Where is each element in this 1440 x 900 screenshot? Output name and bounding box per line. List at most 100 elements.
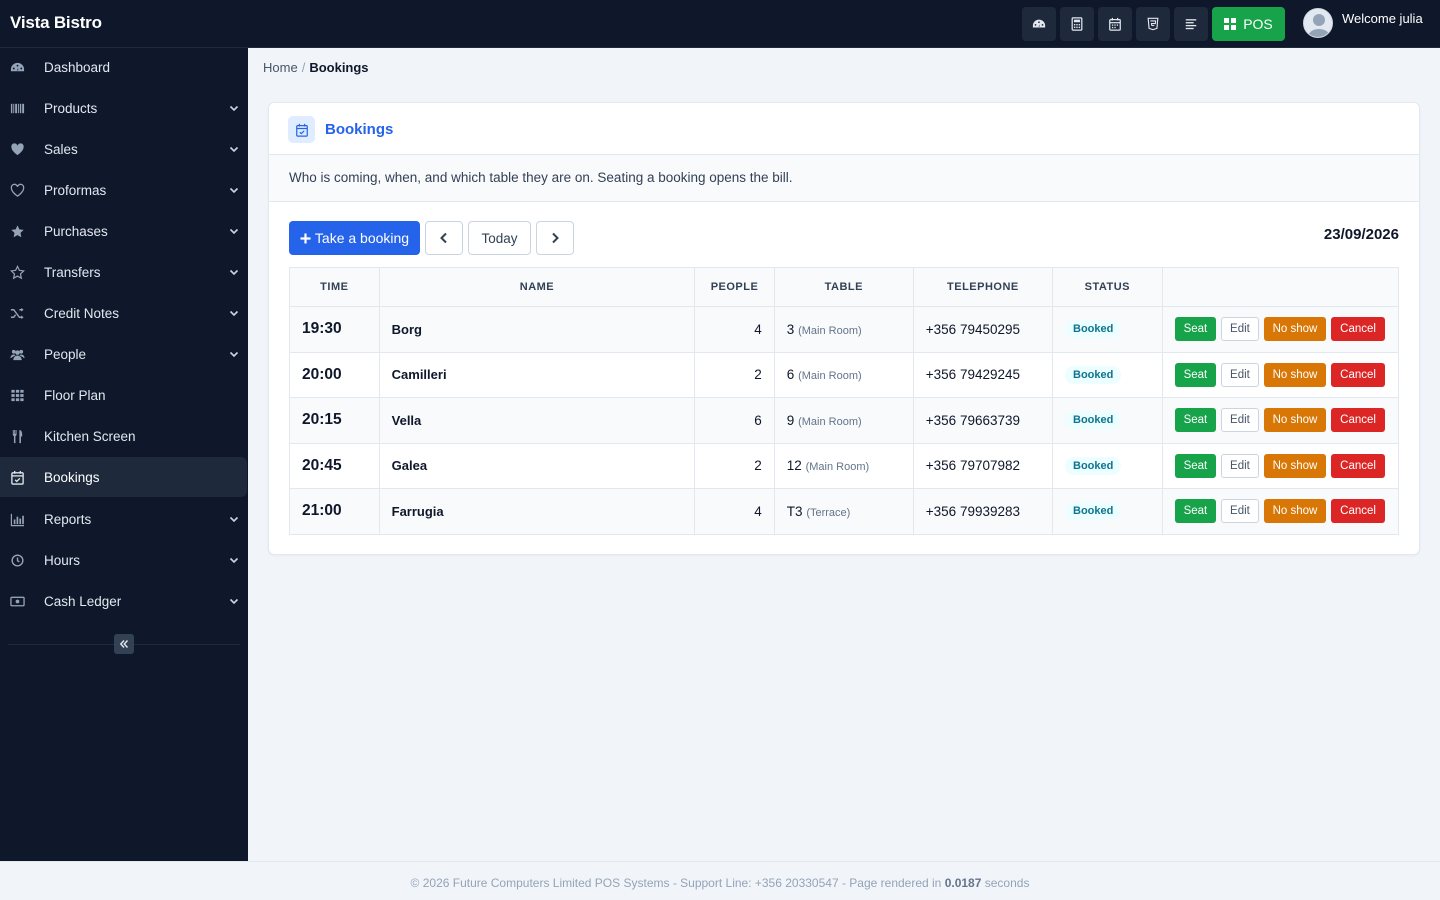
column-header-time[interactable]: TIME: [289, 267, 380, 307]
sidebar-item-reports[interactable]: Reports: [0, 499, 247, 539]
take-booking-button[interactable]: Take a booking: [289, 221, 420, 255]
booking-status-cell: Booked: [1052, 488, 1163, 535]
sidebar-item-label: Sales: [44, 141, 78, 157]
calendar-check-icon: [288, 116, 315, 143]
heart-icon: [9, 141, 25, 157]
sidebar-item-sales[interactable]: Sales: [0, 129, 247, 169]
pos-button[interactable]: POS: [1212, 7, 1285, 41]
seat-button[interactable]: Seat: [1174, 408, 1217, 433]
breadcrumb-current: Bookings: [309, 60, 369, 75]
sidebar-item-people[interactable]: People: [0, 334, 247, 374]
cancel-button[interactable]: Cancel: [1331, 408, 1385, 433]
footer-suffix: seconds: [984, 876, 1030, 890]
chevron-down-icon: [229, 310, 239, 317]
calendar-check-icon: [9, 469, 25, 485]
no-show-button[interactable]: No show: [1263, 453, 1327, 478]
edit-button[interactable]: Edit: [1221, 408, 1259, 433]
sidebar-item-purchases[interactable]: Purchases: [0, 211, 247, 251]
booking-name: Camilleri: [378, 351, 696, 398]
cancel-button[interactable]: Cancel: [1331, 499, 1385, 524]
css-button[interactable]: [1136, 7, 1170, 41]
double-chevron-left-icon: [119, 640, 129, 648]
no-show-button[interactable]: No show: [1263, 408, 1327, 433]
sidebar-item-transfers[interactable]: Transfers: [0, 252, 247, 292]
seat-button[interactable]: Seat: [1174, 362, 1217, 387]
column-header-table[interactable]: TABLE: [773, 267, 914, 307]
sidebar-item-dashboard[interactable]: Dashboard: [0, 47, 247, 87]
sidebar-item-kitchen-screen[interactable]: Kitchen Screen: [0, 416, 247, 456]
previous-day-button[interactable]: [425, 221, 463, 255]
today-button[interactable]: Today: [468, 221, 531, 255]
calculator-icon: [1071, 17, 1083, 31]
dashboard-button[interactable]: [1022, 7, 1056, 41]
seat-button[interactable]: Seat: [1174, 453, 1217, 478]
chevron-down-icon: [229, 351, 239, 358]
cancel-button[interactable]: Cancel: [1331, 453, 1385, 478]
column-header-people[interactable]: PEOPLE: [694, 267, 775, 307]
edit-button[interactable]: Edit: [1221, 317, 1259, 342]
booking-table-cell: 12 (Main Room): [773, 442, 914, 489]
edit-button[interactable]: Edit: [1221, 362, 1259, 387]
table-header-row: TIME NAME PEOPLE TABLE TELEPHONE STATUS: [289, 267, 1400, 307]
no-show-button[interactable]: No show: [1263, 499, 1327, 524]
welcome-text[interactable]: Welcome julia: [1342, 11, 1423, 26]
column-header-actions: [1161, 267, 1400, 307]
heart-outline-icon: [9, 182, 25, 198]
brand-name[interactable]: Vista Bistro: [10, 13, 102, 33]
bar-chart-icon: [9, 511, 25, 527]
chevron-down-icon: [229, 516, 239, 523]
sidebar-item-proformas[interactable]: Proformas: [0, 170, 247, 210]
align-left-icon: [1185, 19, 1197, 30]
booking-table: 3: [786, 321, 795, 337]
booking-actions: Seat Edit No show Cancel: [1161, 397, 1400, 444]
table-row: 21:00 Farrugia 4 T3 (Terrace) +356 79939…: [289, 488, 1400, 535]
align-left-button[interactable]: [1174, 7, 1208, 41]
sidebar-item-hours[interactable]: Hours: [0, 540, 247, 580]
booking-name: Farrugia: [378, 488, 696, 535]
edit-button[interactable]: Edit: [1221, 453, 1259, 478]
status-badge: Booked: [1065, 502, 1122, 521]
calendar-button[interactable]: [1098, 7, 1132, 41]
column-header-status[interactable]: STATUS: [1052, 267, 1163, 307]
card-header: Bookings: [269, 103, 1419, 155]
sidebar-item-cash-ledger[interactable]: Cash Ledger: [0, 581, 247, 621]
star-outline-icon: [9, 264, 25, 280]
booking-people: 4: [694, 488, 775, 535]
sidebar-item-bookings[interactable]: Bookings: [0, 457, 247, 497]
sidebar-item-label: Reports: [44, 511, 92, 527]
column-header-telephone[interactable]: TELEPHONE: [912, 267, 1054, 307]
column-header-name[interactable]: NAME: [378, 267, 696, 307]
footer: © 2026 Future Computers Limited POS Syst…: [0, 861, 1440, 900]
status-badge: Booked: [1065, 365, 1122, 384]
seat-button[interactable]: Seat: [1174, 499, 1217, 524]
chevron-left-icon: [440, 232, 447, 244]
booking-people: 2: [694, 442, 775, 489]
booking-time: 20:15: [289, 397, 380, 444]
no-show-button[interactable]: No show: [1263, 317, 1327, 342]
booking-status-cell: Booked: [1052, 306, 1163, 353]
edit-button[interactable]: Edit: [1221, 499, 1259, 524]
css-icon: [1147, 17, 1159, 31]
chevron-down-icon: [229, 557, 239, 564]
seat-button[interactable]: Seat: [1174, 317, 1217, 342]
booking-actions: Seat Edit No show Cancel: [1161, 442, 1400, 489]
no-show-button[interactable]: No show: [1263, 362, 1327, 387]
booking-name: Borg: [378, 306, 696, 353]
status-badge: Booked: [1065, 320, 1122, 339]
calculator-button[interactable]: [1060, 7, 1094, 41]
booking-name: Vella: [378, 397, 696, 444]
collapse-sidebar-button[interactable]: [114, 634, 134, 654]
sidebar-item-floor-plan[interactable]: Floor Plan: [0, 375, 247, 415]
breadcrumb-home[interactable]: Home: [263, 60, 298, 75]
users-icon: [9, 346, 25, 362]
card-description: Who is coming, when, and which table the…: [289, 170, 793, 185]
next-day-button[interactable]: [536, 221, 574, 255]
avatar[interactable]: [1303, 8, 1333, 38]
sidebar: Dashboard Products Sales Proformas Purch…: [0, 48, 248, 861]
chevron-down-icon: [229, 228, 239, 235]
sidebar-item-credit-notes[interactable]: Credit Notes: [0, 293, 247, 333]
sidebar-item-products[interactable]: Products: [0, 88, 247, 128]
cancel-button[interactable]: Cancel: [1331, 317, 1385, 342]
booking-actions: Seat Edit No show Cancel: [1161, 351, 1400, 398]
cancel-button[interactable]: Cancel: [1331, 362, 1385, 387]
